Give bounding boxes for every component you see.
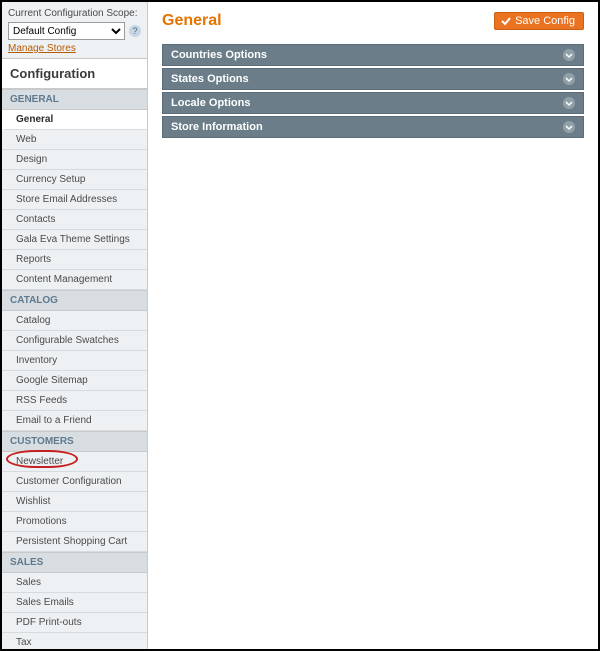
nav-section-header[interactable]: CATALOG bbox=[2, 290, 147, 311]
nav-item-label: Contacts bbox=[16, 214, 55, 225]
nav-item[interactable]: Newsletter bbox=[2, 452, 147, 472]
nav-item[interactable]: Currency Setup bbox=[2, 170, 147, 190]
main-header: General Save Config bbox=[162, 12, 584, 30]
nav-item-label: Currency Setup bbox=[16, 174, 85, 185]
nav-item-label: Persistent Shopping Cart bbox=[16, 536, 127, 547]
accordion-panel-label: States Options bbox=[171, 73, 249, 85]
check-icon bbox=[501, 16, 511, 26]
config-scope-label: Current Configuration Scope: bbox=[8, 8, 141, 19]
nav-item[interactable]: Gala Eva Theme Settings bbox=[2, 230, 147, 250]
expand-icon bbox=[563, 73, 575, 85]
nav-item[interactable]: RSS Feeds bbox=[2, 391, 147, 411]
nav-item[interactable]: Persistent Shopping Cart bbox=[2, 532, 147, 552]
accordion-panel-header[interactable]: Store Information bbox=[162, 116, 584, 138]
nav-item-label: Google Sitemap bbox=[16, 375, 88, 386]
accordion-panel-header[interactable]: States Options bbox=[162, 68, 584, 90]
nav-section-label: CATALOG bbox=[10, 295, 58, 306]
nav-section-label: SALES bbox=[10, 557, 43, 568]
nav-item[interactable]: Content Management bbox=[2, 270, 147, 290]
config-scope-row: Default Config ? bbox=[8, 22, 141, 40]
nav-item[interactable]: Sales Emails bbox=[2, 593, 147, 613]
nav-item-label: Gala Eva Theme Settings bbox=[16, 234, 130, 245]
nav-item[interactable]: PDF Print-outs bbox=[2, 613, 147, 633]
nav-item-label: Design bbox=[16, 154, 47, 165]
accordion-panel-header[interactable]: Locale Options bbox=[162, 92, 584, 114]
nav-item-label: Tax bbox=[16, 637, 32, 648]
nav-item[interactable]: Promotions bbox=[2, 512, 147, 532]
nav-item-label: Inventory bbox=[16, 355, 57, 366]
nav-item[interactable]: Reports bbox=[2, 250, 147, 270]
nav-section-header[interactable]: SALES bbox=[2, 552, 147, 573]
nav-item[interactable]: Customer Configuration bbox=[2, 472, 147, 492]
nav-section-label: CUSTOMERS bbox=[10, 436, 74, 447]
config-scope-box: Current Configuration Scope: Default Con… bbox=[2, 2, 147, 59]
accordion-panel-label: Locale Options bbox=[171, 97, 250, 109]
config-scope-select[interactable]: Default Config bbox=[8, 22, 125, 40]
nav-item-label: RSS Feeds bbox=[16, 395, 67, 406]
nav-item[interactable]: Web bbox=[2, 130, 147, 150]
nav-item-label: Newsletter bbox=[16, 456, 63, 467]
expand-icon bbox=[563, 97, 575, 109]
nav-item[interactable]: Email to a Friend bbox=[2, 411, 147, 431]
nav-section-header[interactable]: CUSTOMERS bbox=[2, 431, 147, 452]
nav-section-header[interactable]: GENERAL bbox=[2, 89, 147, 110]
nav-item[interactable]: Catalog bbox=[2, 311, 147, 331]
layout: Current Configuration Scope: Default Con… bbox=[2, 2, 598, 649]
nav-item-label: Sales bbox=[16, 577, 41, 588]
accordion-panel-label: Countries Options bbox=[171, 49, 267, 61]
nav-item[interactable]: General bbox=[2, 110, 147, 130]
manage-stores-link[interactable]: Manage Stores bbox=[8, 43, 76, 54]
config-accordion: Countries Options States Options Locale Op… bbox=[162, 44, 584, 138]
nav-item-label: Wishlist bbox=[16, 496, 50, 507]
nav-section-label: GENERAL bbox=[10, 94, 59, 105]
nav-item[interactable]: Google Sitemap bbox=[2, 371, 147, 391]
nav-item-label: Content Management bbox=[16, 274, 112, 285]
nav-item[interactable]: Design bbox=[2, 150, 147, 170]
nav-item[interactable]: Store Email Addresses bbox=[2, 190, 147, 210]
nav-item[interactable]: Sales bbox=[2, 573, 147, 593]
nav-item-label: Promotions bbox=[16, 516, 67, 527]
nav-item-label: Web bbox=[16, 134, 36, 145]
nav-item-label: PDF Print-outs bbox=[16, 617, 82, 628]
nav-item-label: Store Email Addresses bbox=[16, 194, 117, 205]
save-config-label: Save Config bbox=[515, 15, 575, 27]
nav-item[interactable]: Contacts bbox=[2, 210, 147, 230]
nav-item-label: Customer Configuration bbox=[16, 476, 122, 487]
sidebar: Current Configuration Scope: Default Con… bbox=[2, 2, 148, 649]
help-icon[interactable]: ? bbox=[129, 25, 141, 37]
configuration-heading: Configuration bbox=[2, 59, 147, 89]
nav-item[interactable]: Tax bbox=[2, 633, 147, 649]
nav-item-label: General bbox=[16, 114, 53, 125]
accordion-panel-label: Store Information bbox=[171, 121, 263, 133]
expand-icon bbox=[563, 121, 575, 133]
nav-item-label: Email to a Friend bbox=[16, 415, 92, 426]
app-frame: Current Configuration Scope: Default Con… bbox=[0, 0, 600, 651]
main-area: General Save Config Countries Options Sta… bbox=[148, 2, 598, 649]
save-config-button[interactable]: Save Config bbox=[494, 12, 584, 30]
nav-item[interactable]: Inventory bbox=[2, 351, 147, 371]
nav-item[interactable]: Wishlist bbox=[2, 492, 147, 512]
accordion-panel-header[interactable]: Countries Options bbox=[162, 44, 584, 66]
nav-item-label: Catalog bbox=[16, 315, 50, 326]
page-title: General bbox=[162, 12, 222, 30]
config-nav: GENERAL General Web Design Currency Setup Sto… bbox=[2, 89, 147, 649]
nav-item-label: Configurable Swatches bbox=[16, 335, 119, 346]
nav-item[interactable]: Configurable Swatches bbox=[2, 331, 147, 351]
nav-item-label: Reports bbox=[16, 254, 51, 265]
expand-icon bbox=[563, 49, 575, 61]
nav-item-label: Sales Emails bbox=[16, 597, 74, 608]
